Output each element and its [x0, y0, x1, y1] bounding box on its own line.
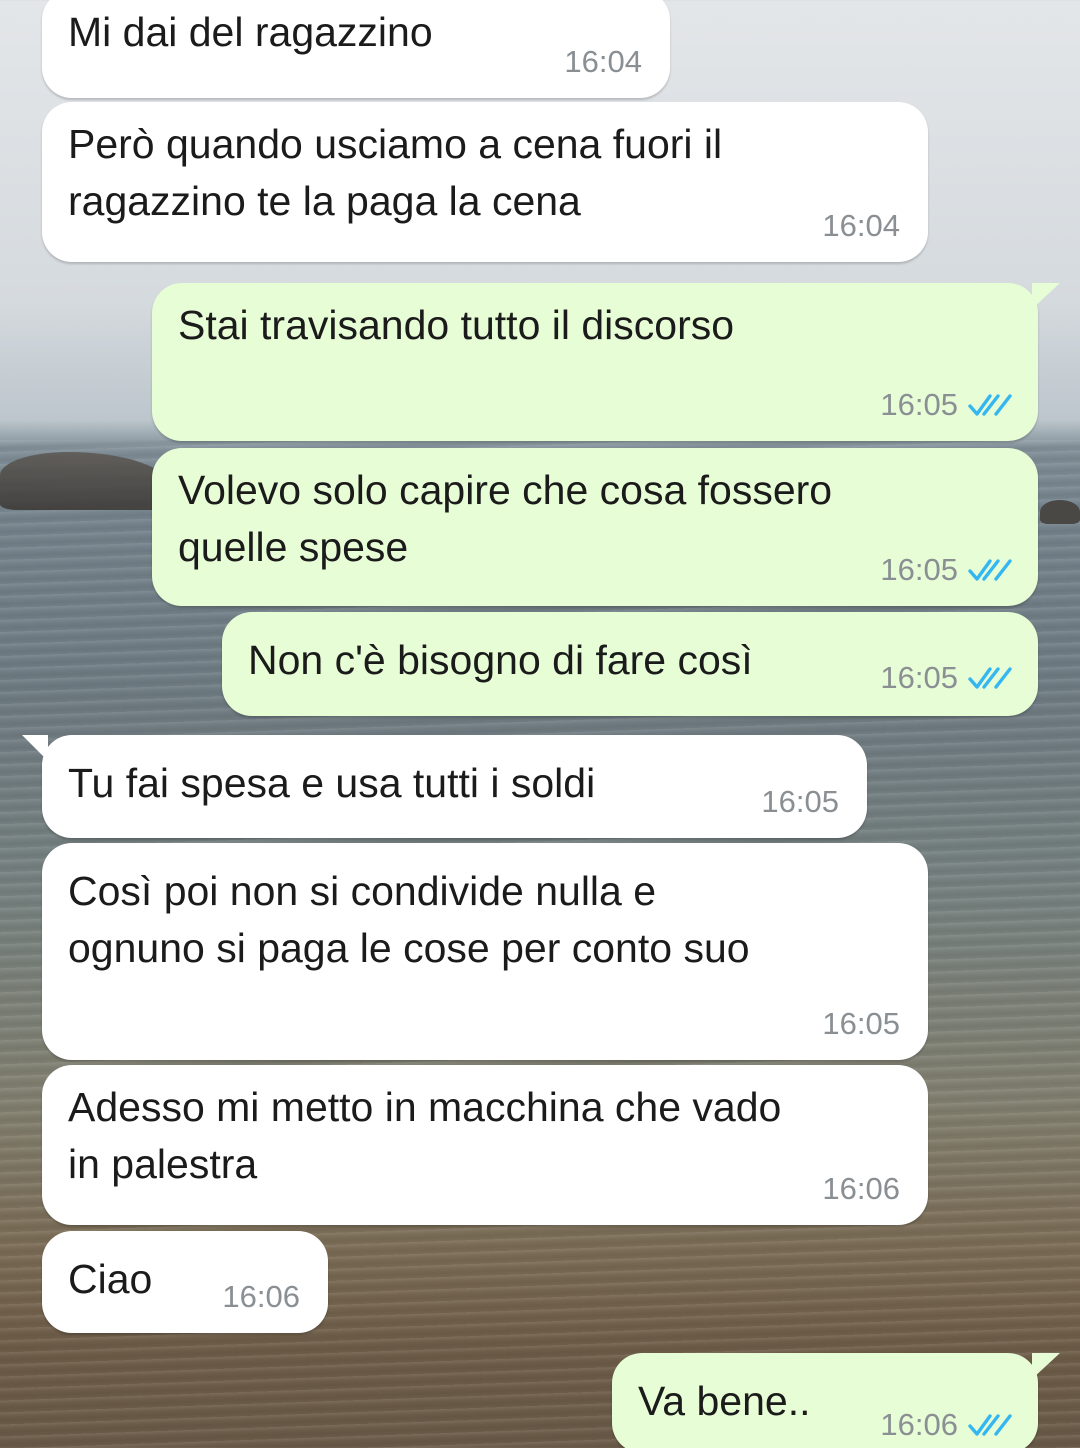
message-time: 16:06: [822, 1171, 900, 1206]
message-bubble-incoming[interactable]: Così poi non si condivide nulla e ognuno…: [42, 843, 928, 1060]
message-time: 16:06: [880, 1407, 958, 1442]
message-meta: 16:05: [880, 552, 1012, 588]
message-bubble-outgoing[interactable]: Non c'è bisogno di fare così 16:05: [222, 612, 1038, 716]
message-bubble-incoming[interactable]: Tu fai spesa e usa tutti i soldi 16:05: [22, 735, 867, 838]
message-text: Mi dai del ragazzino: [68, 9, 433, 55]
message-text: Però quando usciamo a cena fuori il raga…: [68, 121, 723, 224]
message-text: Adesso mi metto in macchina che vado in …: [68, 1084, 782, 1187]
message-bubble-incoming[interactable]: Però quando usciamo a cena fuori il raga…: [42, 102, 928, 262]
message-meta: 16:05: [880, 660, 1012, 696]
message-meta: 16:05: [761, 784, 839, 820]
message-meta: 16:04: [564, 44, 642, 80]
message-text: Stai travisando tutto il discorso: [178, 302, 735, 348]
message-time: 16:06: [222, 1279, 300, 1314]
message-text: Va bene..: [638, 1378, 811, 1424]
message-meta: 16:06: [822, 1171, 900, 1207]
message-bubble-outgoing[interactable]: Volevo solo capire che cosa fossero quel…: [152, 448, 1038, 606]
wallpaper-rocks: [0, 452, 170, 510]
message-bubble-incoming[interactable]: Ciao 16:06: [42, 1231, 328, 1333]
message-meta: 16:06: [222, 1279, 300, 1315]
message-bubble-incoming[interactable]: Adesso mi metto in macchina che vado in …: [42, 1065, 928, 1225]
double-check-icon: [968, 559, 1012, 581]
double-check-icon: [968, 667, 1012, 689]
message-meta: 16:06: [880, 1407, 1012, 1443]
message-text: Così poi non si condivide nulla e ognuno…: [68, 868, 750, 971]
message-bubble-outgoing[interactable]: Va bene.. 16:06: [612, 1353, 1060, 1448]
message-time: 16:05: [880, 660, 958, 695]
message-text: Non c'è bisogno di fare così: [248, 637, 753, 683]
message-meta: 16:05: [880, 387, 1012, 423]
double-check-icon: [968, 1414, 1012, 1436]
message-meta: 16:05: [822, 1006, 900, 1042]
message-text: Volevo solo capire che cosa fossero quel…: [178, 467, 833, 570]
message-text: Tu fai spesa e usa tutti i soldi: [68, 760, 596, 806]
message-text: Ciao: [68, 1256, 153, 1302]
message-time: 16:05: [822, 1006, 900, 1041]
message-time: 16:05: [880, 552, 958, 587]
wallpaper-rocks-right: [1040, 500, 1080, 524]
message-bubble-outgoing[interactable]: Stai travisando tutto il discorso 16:05: [152, 283, 1060, 441]
message-meta: 16:04: [822, 208, 900, 244]
message-time: 16:05: [761, 784, 839, 819]
double-check-icon: [968, 394, 1012, 416]
message-bubble-incoming[interactable]: Mi dai del ragazzino 16:04: [42, 0, 670, 98]
message-time: 16:05: [880, 387, 958, 422]
message-time: 16:04: [822, 208, 900, 243]
message-time: 16:04: [564, 44, 642, 79]
